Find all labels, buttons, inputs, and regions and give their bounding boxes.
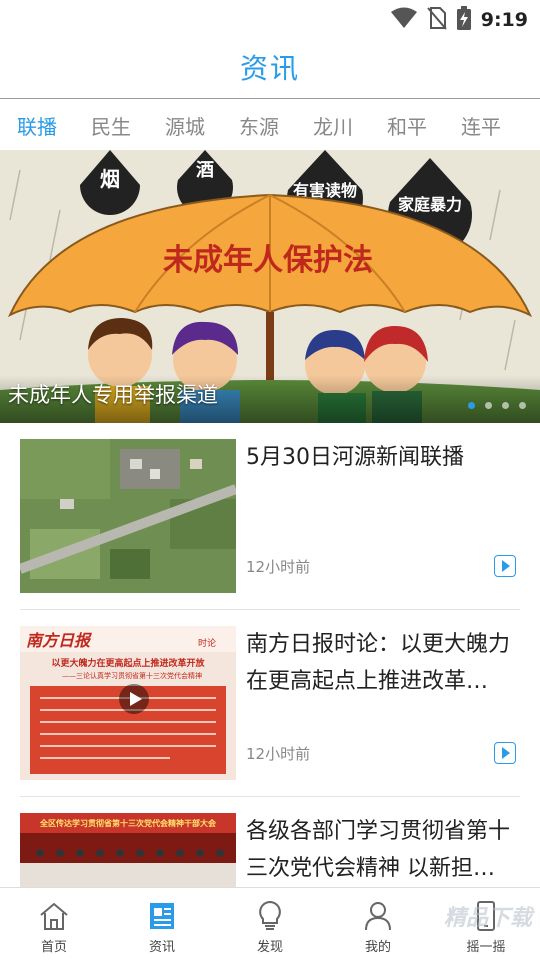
wifi-icon <box>390 7 417 33</box>
news-icon <box>146 900 178 932</box>
thumb-masthead: 南方日报 <box>26 631 92 650</box>
news-title: 5月30日河源新闻联播 <box>246 445 464 470</box>
page-title: 资讯 <box>239 52 300 85</box>
aerial-photo <box>20 439 236 593</box>
video-play-icon[interactable] <box>494 555 516 577</box>
news-time: 12小时前 <box>246 745 311 763</box>
news-title: 各级各部门学习贯彻省第十三次党代会精神 以新担… <box>246 819 511 881</box>
tab-yuancheng[interactable]: 源城 <box>148 111 222 140</box>
watermark: 精品下载 <box>443 906 532 931</box>
tab-lianping[interactable]: 连平 <box>444 111 518 140</box>
status-icons: 9:19 <box>390 6 528 34</box>
nav-label: 首页 <box>40 940 67 955</box>
home-icon <box>38 900 70 932</box>
bulb-icon <box>254 900 286 932</box>
banner-carousel[interactable]: 烟 酒 有害读物 家庭暴力 未成年人保护法 未成年人专用举报渠道 <box>0 150 540 423</box>
video-play-icon[interactable] <box>494 742 516 764</box>
thumb-headline: 以更大魄力在更高起点上推进改革开放 <box>51 657 205 669</box>
header-divider <box>0 98 540 99</box>
battery-charging-icon <box>456 6 471 34</box>
tab-minsheng[interactable]: 民生 <box>74 111 148 140</box>
banner-caption: 未成年人专用举报渠道 <box>8 383 218 407</box>
nav-news[interactable]: 资讯 <box>108 888 216 960</box>
carousel-dots <box>468 402 526 409</box>
news-thumbnail <box>20 439 236 593</box>
carousel-dot[interactable] <box>468 402 475 409</box>
nav-label: 发现 <box>256 940 283 955</box>
umbrella-text: 未成年人保护法 <box>163 243 373 278</box>
no-sim-icon <box>426 6 447 34</box>
tab-lianbo[interactable]: 联播 <box>0 111 74 140</box>
person-icon <box>362 900 394 932</box>
thumb-subline: ——三论认真学习贯彻省第十三次党代会精神 <box>62 671 202 680</box>
nav-discover[interactable]: 发现 <box>216 888 324 960</box>
play-overlay-icon[interactable] <box>119 684 149 714</box>
news-item[interactable]: 南方日报 时论 以更大魄力在更高起点上推进改革开放 ——三论认真学习贯彻省第十三… <box>20 610 520 780</box>
thumb-banner-text: 全区传达学习贯彻省第十三次党代会精神干部大会 <box>39 818 216 828</box>
tab-heping[interactable]: 和平 <box>370 111 444 140</box>
carousel-dot[interactable] <box>519 402 526 409</box>
thumb-tag: 时论 <box>198 637 216 649</box>
nav-label: 摇一摇 <box>466 940 506 955</box>
tab-dongyuan[interactable]: 东源 <box>222 111 296 140</box>
status-time: 9:19 <box>480 9 528 31</box>
nav-label: 我的 <box>364 940 391 955</box>
news-item[interactable]: 5月30日河源新闻联播 12小时前 <box>20 423 520 593</box>
nav-home[interactable]: 首页 <box>0 888 108 960</box>
drop-text-2: 酒 <box>196 159 214 181</box>
news-time: 12小时前 <box>246 558 311 576</box>
nav-label: 资讯 <box>148 940 175 955</box>
tab-longchuan[interactable]: 龙川 <box>296 111 370 140</box>
nav-profile[interactable]: 我的 <box>324 888 432 960</box>
news-thumbnail: 南方日报 时论 以更大魄力在更高起点上推进改革开放 ——三论认真学习贯彻省第十三… <box>20 626 236 780</box>
drop-text-4: 家庭暴力 <box>398 195 462 214</box>
category-tabs: 联播 民生 源城 东源 龙川 和平 连平 <box>0 100 540 150</box>
news-title: 南方日报时论：以更大魄力在更高起点上推进改革… <box>246 632 511 694</box>
app-header: 资讯 <box>0 36 540 98</box>
status-bar: 9:19 <box>0 0 540 36</box>
carousel-dot[interactable] <box>485 402 492 409</box>
drop-text-1: 烟 <box>100 167 120 191</box>
carousel-dot[interactable] <box>502 402 509 409</box>
